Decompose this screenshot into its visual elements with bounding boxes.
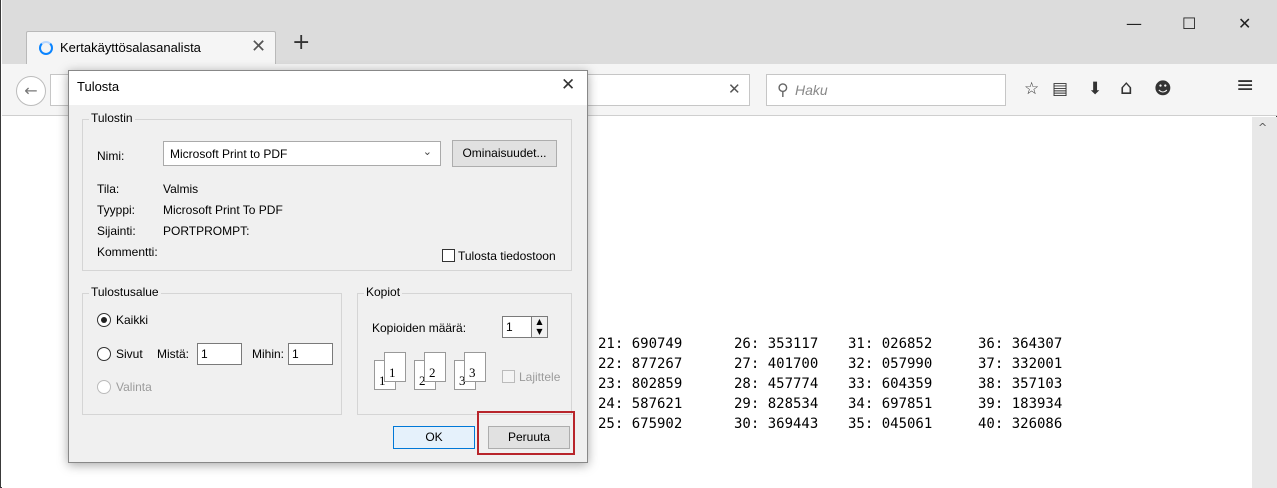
print-dialog: Tulosta ✕ Tulostin Nimi: Microsoft Print… bbox=[68, 70, 588, 463]
code-entry: 37: 332001 bbox=[978, 356, 1063, 372]
minimize-button[interactable]: — bbox=[1126, 14, 1142, 33]
reader-list-icon[interactable]: ▤ bbox=[1052, 79, 1068, 99]
ok-button[interactable]: OK bbox=[393, 426, 475, 449]
range-selection-label: Valinta bbox=[116, 380, 152, 394]
code-entry: 23: 802859 bbox=[598, 376, 683, 392]
code-entry: 40: 326086 bbox=[978, 416, 1063, 432]
range-all-radio[interactable] bbox=[97, 313, 111, 327]
location-label: Sijainti: bbox=[97, 224, 136, 238]
collate-page-icon: 2 bbox=[424, 352, 446, 382]
search-icon: ⚲ bbox=[777, 80, 789, 99]
collate-label: Lajittele bbox=[519, 370, 561, 384]
tab-title: Kertakäyttösalasanalista bbox=[60, 40, 201, 55]
dialog-titlebar[interactable]: Tulosta ✕ bbox=[69, 71, 587, 105]
type-value: Microsoft Print To PDF bbox=[163, 203, 283, 217]
range-selection-radio[interactable] bbox=[97, 380, 111, 394]
range-pages-radio[interactable] bbox=[97, 347, 111, 361]
copies-count-input[interactable]: 1 bbox=[502, 316, 532, 338]
new-tab-button[interactable]: + bbox=[292, 30, 310, 55]
collate-checkbox[interactable] bbox=[502, 370, 515, 383]
print-to-file-label: Tulosta tiedostoon bbox=[458, 249, 556, 263]
code-entry: 27: 401700 bbox=[734, 356, 819, 372]
code-entry: 39: 183934 bbox=[978, 396, 1063, 412]
print-range-group: Tulostusalue Kaikki Sivut Mistä: 1 Mihin… bbox=[82, 285, 342, 415]
code-entry: 30: 369443 bbox=[734, 416, 819, 432]
dialog-close-button[interactable]: ✕ bbox=[561, 75, 575, 95]
copies-spinner[interactable]: ▲ ▼ bbox=[532, 316, 548, 338]
printer-name-select[interactable]: Microsoft Print to PDF ⌄ bbox=[163, 141, 441, 166]
print-range-label: Tulostusalue bbox=[89, 285, 161, 299]
printer-name-label: Nimi: bbox=[97, 149, 125, 163]
collate-page-icon: 3 bbox=[464, 352, 486, 382]
to-input[interactable]: 1 bbox=[288, 343, 333, 365]
code-column-3: 31: 026852 32: 057990 33: 604359 34: 697… bbox=[848, 334, 932, 434]
tab-active[interactable]: Kertakäyttösalasanalista ✕ bbox=[26, 31, 276, 64]
cancel-highlight-box bbox=[477, 411, 575, 455]
search-placeholder: Haku bbox=[795, 82, 828, 98]
code-entry: 31: 026852 bbox=[848, 336, 933, 352]
window-close-button[interactable]: ✕ bbox=[1238, 14, 1251, 33]
comment-label: Kommentti: bbox=[97, 245, 158, 259]
code-entry: 38: 357103 bbox=[978, 376, 1063, 392]
code-entry: 22: 877267 bbox=[598, 356, 683, 372]
code-column-1: 21: 690749 22: 877267 23: 802859 24: 587… bbox=[598, 334, 682, 434]
maximize-button[interactable]: ☐ bbox=[1182, 14, 1196, 33]
dialog-title: Tulosta bbox=[77, 79, 120, 94]
printer-group: Tulostin Nimi: Microsoft Print to PDF ⌄ … bbox=[82, 111, 572, 271]
print-to-file-checkbox[interactable] bbox=[442, 249, 455, 262]
loading-spinner-icon bbox=[39, 41, 53, 55]
url-clear-icon[interactable]: ✕ bbox=[728, 80, 741, 98]
tab-close-icon[interactable]: ✕ bbox=[251, 36, 266, 57]
range-all-label: Kaikki bbox=[116, 313, 149, 327]
code-entry: 29: 828534 bbox=[734, 396, 819, 412]
tab-bar: Kertakäyttösalasanalista ✕ + — ☐ ✕ bbox=[2, 0, 1277, 64]
menu-icon[interactable]: ≡ bbox=[1236, 73, 1254, 98]
bookmark-star-icon[interactable]: ☆ bbox=[1024, 79, 1039, 99]
copies-count-label: Kopioiden määrä: bbox=[372, 321, 467, 335]
code-entry: 36: 364307 bbox=[978, 336, 1063, 352]
copies-group-label: Kopiot bbox=[364, 285, 403, 299]
code-entry: 24: 587621 bbox=[598, 396, 683, 412]
code-column-2: 26: 353117 27: 401700 28: 457774 29: 828… bbox=[734, 334, 818, 434]
printer-name-value: Microsoft Print to PDF bbox=[170, 147, 288, 161]
printer-group-label: Tulostin bbox=[89, 111, 135, 125]
from-input[interactable]: 1 bbox=[197, 343, 242, 365]
download-icon[interactable]: ⬇ bbox=[1088, 79, 1102, 99]
code-entry: 35: 045061 bbox=[848, 416, 933, 432]
code-entry: 32: 057990 bbox=[848, 356, 933, 372]
code-entry: 33: 604359 bbox=[848, 376, 933, 392]
back-button[interactable]: ← bbox=[16, 76, 46, 106]
location-value: PORTPROMPT: bbox=[163, 224, 250, 238]
from-label: Mistä: bbox=[157, 347, 190, 361]
to-label: Mihin: bbox=[252, 347, 285, 361]
properties-button[interactable]: Ominaisuudet... bbox=[452, 140, 557, 167]
code-column-4: 36: 364307 37: 332001 38: 357103 39: 183… bbox=[978, 334, 1062, 434]
chevron-down-icon: ⌄ bbox=[422, 146, 432, 158]
collate-page-icon: 1 bbox=[384, 352, 406, 382]
home-icon[interactable]: ⌂ bbox=[1120, 75, 1133, 99]
code-entry: 28: 457774 bbox=[734, 376, 819, 392]
scroll-up-icon[interactable]: ^ bbox=[1258, 121, 1267, 134]
type-label: Tyyppi: bbox=[97, 203, 136, 217]
copies-group: Kopiot Kopioiden määrä: 1 ▲ ▼ 1 1 2 2 3 3… bbox=[357, 285, 572, 415]
range-pages-label: Sivut bbox=[116, 347, 143, 361]
status-label: Tila: bbox=[97, 182, 120, 196]
code-entry: 26: 353117 bbox=[734, 336, 819, 352]
search-input[interactable]: ⚲ Haku bbox=[766, 74, 1006, 106]
browser-window: Kertakäyttösalasanalista ✕ + — ☐ ✕ ← ✕ ⚲… bbox=[0, 0, 1277, 488]
smile-icon[interactable]: ☻ bbox=[1154, 79, 1172, 99]
vertical-scrollbar[interactable]: ^ bbox=[1252, 117, 1277, 488]
code-entry: 21: 690749 bbox=[598, 336, 683, 352]
code-entry: 34: 697851 bbox=[848, 396, 933, 412]
status-value: Valmis bbox=[163, 182, 199, 196]
code-entry: 25: 675902 bbox=[598, 416, 683, 432]
